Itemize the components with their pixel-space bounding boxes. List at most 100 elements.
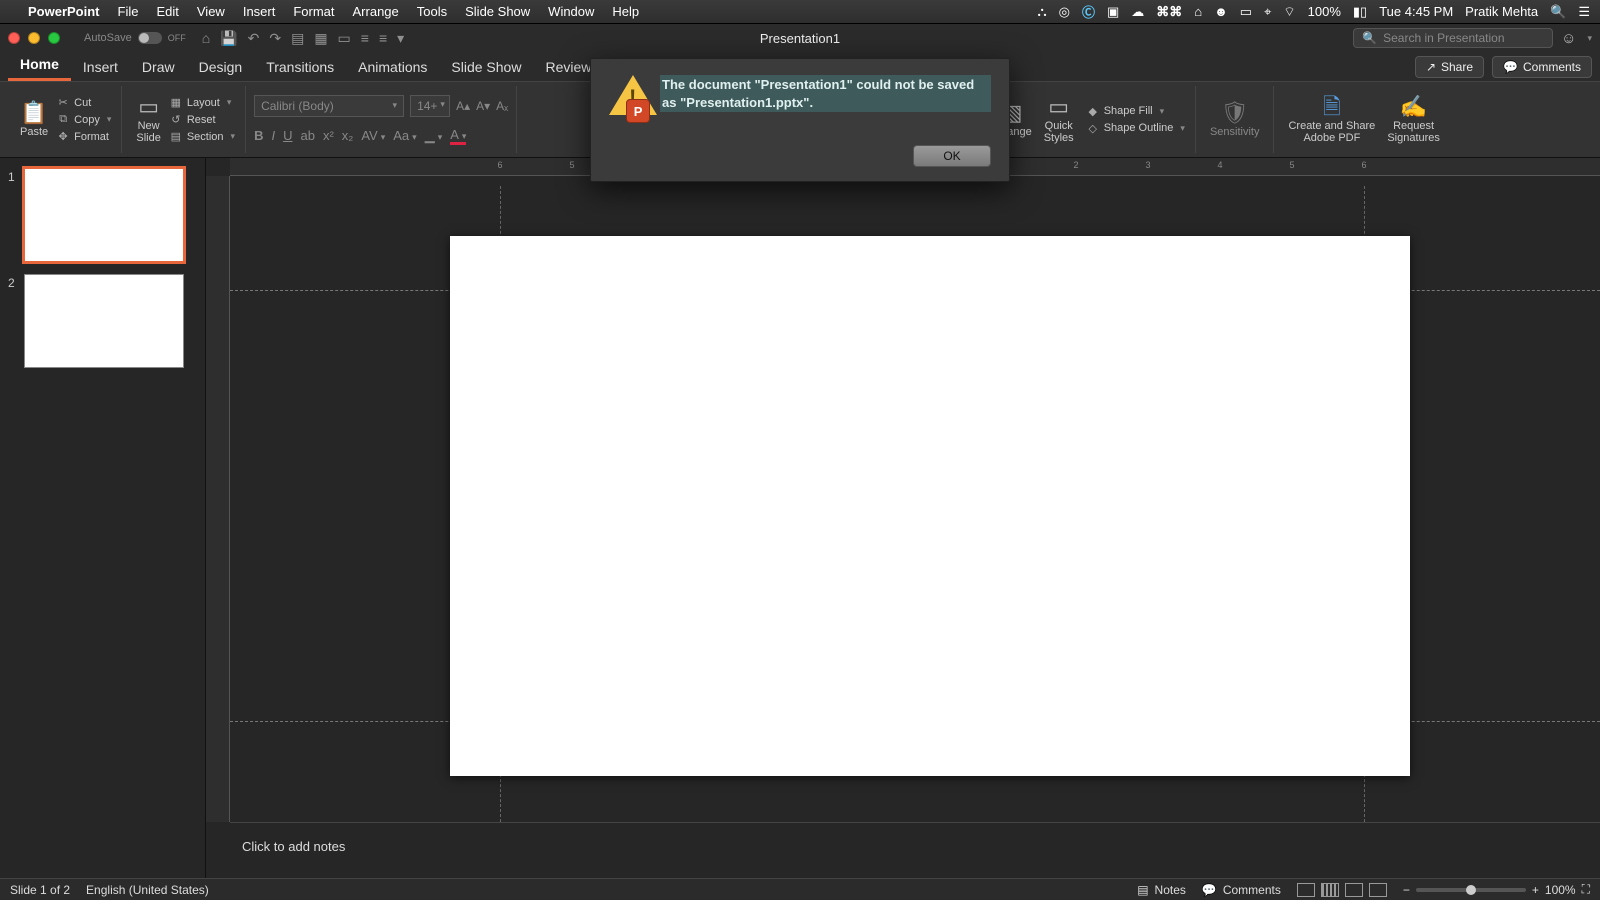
status-user[interactable]: Pratik Mehta: [1465, 4, 1538, 19]
tab-slideshow[interactable]: Slide Show: [439, 53, 533, 81]
status-comments-button[interactable]: 💬Comments: [1202, 883, 1281, 897]
search-input[interactable]: 🔍 Search in Presentation: [1353, 28, 1553, 48]
save-icon[interactable]: 💾: [220, 30, 237, 47]
slide-thumbnail-pane[interactable]: 1 2: [0, 158, 206, 878]
bold-button[interactable]: B: [254, 128, 263, 143]
create-share-pdf-button[interactable]: 🗎Create and Share Adobe PDF: [1282, 96, 1381, 144]
status-tray-icon[interactable]: ⛬: [1037, 4, 1046, 20]
menu-view[interactable]: View: [197, 4, 225, 19]
current-slide[interactable]: [450, 236, 1410, 776]
sorter-view-button[interactable]: [1321, 883, 1339, 897]
chevron-down-icon[interactable]: ▾: [1587, 33, 1592, 44]
zoom-slider[interactable]: [1416, 888, 1526, 892]
format-painter-button[interactable]: ✥Format: [54, 129, 113, 144]
status-language[interactable]: English (United States): [86, 883, 209, 897]
autosave-switch[interactable]: [138, 32, 162, 44]
italic-button[interactable]: I: [271, 128, 275, 143]
qat-icon[interactable]: ≡: [361, 30, 369, 47]
thumbnail-row[interactable]: 2: [8, 274, 197, 368]
slide-thumbnail-1[interactable]: [24, 168, 184, 262]
status-cloud-icon[interactable]: ☁: [1131, 4, 1144, 20]
menu-insert[interactable]: Insert: [243, 4, 276, 19]
font-size-select[interactable]: 14+▾: [410, 95, 450, 117]
fit-to-window-button[interactable]: ⛶: [1582, 882, 1590, 897]
status-tray-icon[interactable]: ◎: [1059, 4, 1070, 20]
zoom-out-button[interactable]: −: [1403, 883, 1410, 897]
tab-home[interactable]: Home: [8, 50, 71, 81]
menu-window[interactable]: Window: [548, 4, 594, 19]
status-tray-icon[interactable]: Ⓒ: [1082, 2, 1095, 21]
comments-button[interactable]: 💬Comments: [1492, 56, 1592, 78]
status-tray-icon[interactable]: ☻: [1214, 4, 1228, 19]
tab-insert[interactable]: Insert: [71, 53, 130, 81]
spotlight-icon[interactable]: 🔍: [1550, 4, 1566, 20]
status-wifi-icon[interactable]: ⌔: [1283, 4, 1295, 20]
share-button[interactable]: ↗Share: [1415, 56, 1484, 78]
highlight-button[interactable]: ▁▾: [425, 128, 443, 144]
control-center-icon[interactable]: ☰: [1578, 4, 1590, 20]
status-tray-icon[interactable]: ⌘⌘: [1156, 4, 1182, 20]
slideshow-view-button[interactable]: [1369, 883, 1387, 897]
layout-button[interactable]: ▦Layout▾: [167, 95, 237, 110]
undo-icon[interactable]: ↶: [248, 30, 260, 47]
underline-button[interactable]: U: [283, 128, 292, 143]
reset-button[interactable]: ↺Reset: [167, 112, 237, 127]
qat-icon[interactable]: ≡: [379, 30, 387, 47]
change-case-button[interactable]: Aa▾: [393, 128, 416, 143]
zoom-window-button[interactable]: [48, 32, 60, 44]
feedback-icon[interactable]: ☺: [1561, 30, 1576, 47]
shape-outline-button[interactable]: ◇Shape Outline▾: [1084, 121, 1187, 136]
char-spacing-button[interactable]: AV▾: [361, 128, 385, 143]
menu-help[interactable]: Help: [612, 4, 639, 19]
home-icon[interactable]: ⌂: [202, 30, 210, 47]
reading-view-button[interactable]: [1345, 883, 1363, 897]
menu-arrange[interactable]: Arrange: [353, 4, 399, 19]
font-color-button[interactable]: A▾: [450, 127, 466, 145]
font-name-select[interactable]: Calibri (Body)▾: [254, 95, 404, 117]
close-window-button[interactable]: [8, 32, 20, 44]
zoom-in-button[interactable]: +: [1532, 883, 1539, 897]
tab-draw[interactable]: Draw: [130, 53, 187, 81]
status-notes-button[interactable]: ▤Notes: [1137, 883, 1186, 897]
thumbnail-row[interactable]: 1: [8, 168, 197, 262]
qat-overflow-icon[interactable]: ▾: [397, 30, 404, 47]
menu-file[interactable]: File: [118, 4, 139, 19]
tab-animations[interactable]: Animations: [346, 53, 439, 81]
slide-edit-area[interactable]: 6 5 4 3 2 1 0 1 2 3 4 5 6 Click to add n…: [206, 158, 1600, 878]
menu-slideshow[interactable]: Slide Show: [465, 4, 530, 19]
paste-button[interactable]: 📋 Paste: [14, 102, 54, 138]
section-button[interactable]: ▤Section▾: [167, 129, 237, 144]
status-tray-icon[interactable]: ▣: [1107, 4, 1119, 20]
subscript-button[interactable]: x₂: [342, 128, 354, 143]
shape-fill-button[interactable]: ◆Shape Fill▾: [1084, 104, 1187, 119]
notes-pane[interactable]: Click to add notes: [230, 822, 1600, 878]
tab-design[interactable]: Design: [187, 53, 255, 81]
status-clock[interactable]: Tue 4:45 PM: [1379, 4, 1453, 19]
menu-edit[interactable]: Edit: [156, 4, 178, 19]
menu-app-name[interactable]: PowerPoint: [28, 4, 100, 19]
quick-styles-button[interactable]: ▭Quick Styles: [1038, 96, 1080, 144]
status-battery-icon[interactable]: ▮▯: [1353, 4, 1367, 20]
slide-thumbnail-2[interactable]: [24, 274, 184, 368]
qat-icon[interactable]: ▦: [314, 30, 327, 47]
request-signatures-button[interactable]: ✍Request Signatures: [1381, 96, 1446, 144]
normal-view-button[interactable]: [1297, 883, 1315, 897]
cut-button[interactable]: ✂Cut: [54, 95, 113, 110]
copy-button[interactable]: ⧉Copy▾: [54, 112, 113, 127]
menu-format[interactable]: Format: [293, 4, 334, 19]
status-tray-icon[interactable]: ⌂: [1194, 4, 1202, 19]
slide-canvas[interactable]: [230, 176, 1600, 822]
shrink-font-icon[interactable]: A▾: [476, 99, 490, 113]
qat-icon[interactable]: ▭: [338, 30, 351, 47]
redo-icon[interactable]: ↷: [269, 30, 281, 47]
vertical-ruler[interactable]: [206, 176, 230, 822]
zoom-level[interactable]: 100%: [1545, 883, 1576, 897]
tab-transitions[interactable]: Transitions: [254, 53, 346, 81]
status-bluetooth-icon[interactable]: ⌖: [1264, 4, 1271, 20]
strike-button[interactable]: ab: [300, 128, 314, 143]
status-display-icon[interactable]: ▭: [1240, 4, 1252, 20]
minimize-window-button[interactable]: [28, 32, 40, 44]
superscript-button[interactable]: x²: [323, 128, 334, 143]
autosave-toggle[interactable]: AutoSave OFF: [84, 32, 186, 44]
grow-font-icon[interactable]: A▴: [456, 99, 470, 113]
